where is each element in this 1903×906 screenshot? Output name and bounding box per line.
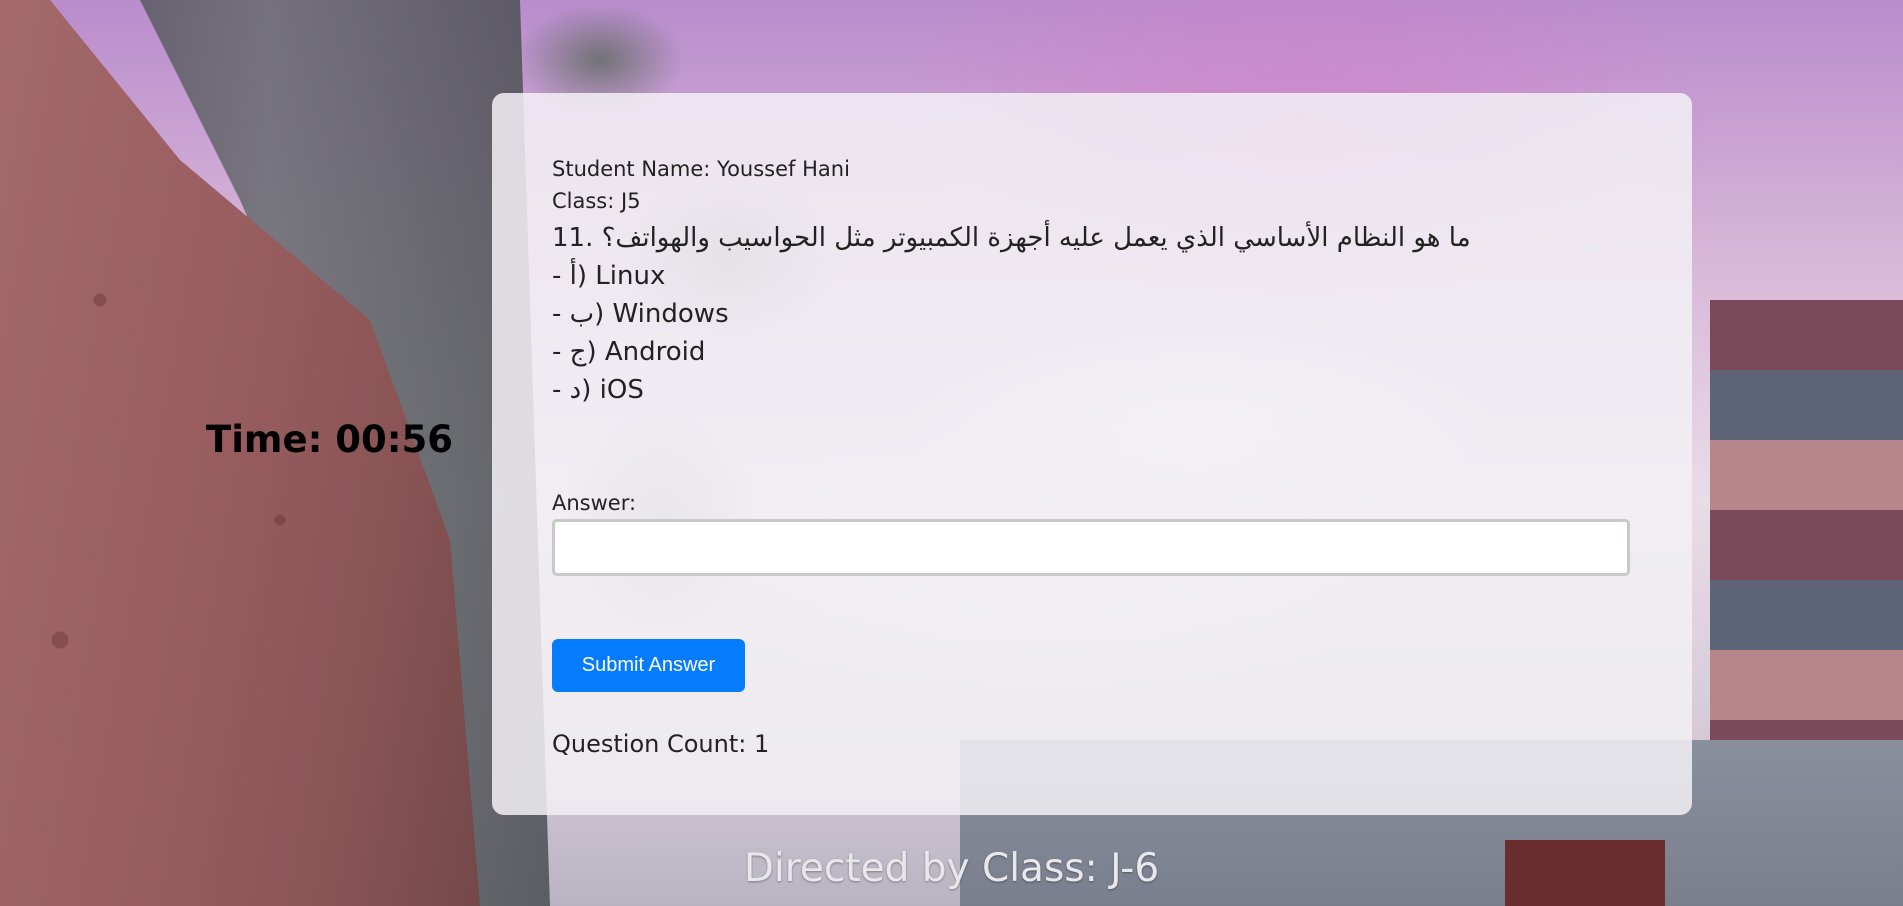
- question-count: Question Count: 1: [552, 730, 770, 758]
- options-list: - أ) Linux - ب) Windows - ج) Android - د…: [552, 257, 1632, 409]
- answer-input[interactable]: [552, 519, 1630, 576]
- quiz-card: Student Name: Youssef Hani Class: J5 11.…: [492, 93, 1692, 815]
- option-b: - ب) Windows: [552, 299, 729, 329]
- student-name: Student Name: Youssef Hani: [552, 157, 850, 181]
- footer-credit: Directed by Class: J-6: [743, 846, 1160, 891]
- question-text: 11. ما هو النظام الأساسي الذي يعمل عليه …: [552, 223, 1471, 253]
- option-d: - د) iOS: [552, 375, 644, 405]
- class-label: Class: J5: [552, 189, 641, 213]
- option-c: - ج) Android: [552, 337, 706, 367]
- building: [1710, 300, 1903, 760]
- submit-answer-button[interactable]: Submit Answer: [552, 639, 745, 692]
- option-a: - أ) Linux: [552, 261, 666, 291]
- answer-label: Answer:: [552, 491, 637, 515]
- timer: Time: 00:56: [206, 418, 454, 461]
